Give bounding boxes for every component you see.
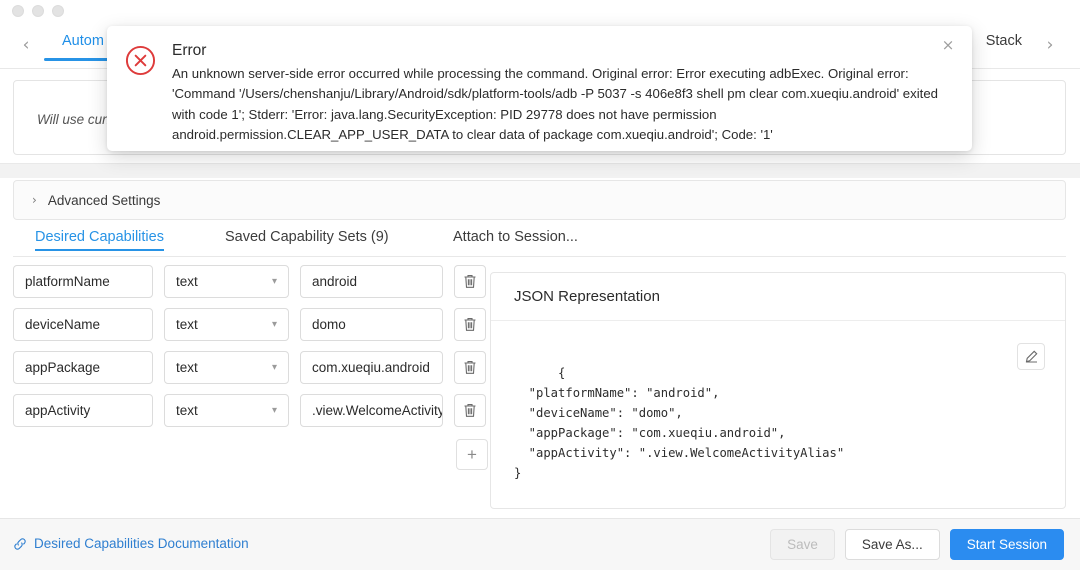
capability-value-input[interactable]: android [300,265,443,298]
section-divider [0,163,1080,178]
trash-icon [463,274,477,289]
minimize-window-button[interactable] [32,5,44,17]
capability-type-select[interactable]: text ▾ [164,308,289,341]
trash-icon [463,360,477,375]
doc-link-label: Desired Capabilities Documentation [34,536,249,551]
json-panel-body: { "platformName": "android", "deviceName… [491,321,1065,509]
tab-desired-capabilities[interactable]: Desired Capabilities [35,229,164,245]
pencil-icon [1025,350,1038,363]
tab-saved-capability-sets[interactable]: Saved Capability Sets (9) [225,229,389,245]
json-panel-title: JSON Representation [491,273,1065,321]
capabilities-editor: platformName text ▾ android deviceName t… [13,265,488,510]
capability-row: platformName text ▾ android [13,265,488,298]
json-representation-panel: JSON Representation { "platformName": "a… [490,272,1066,509]
delete-capability-button[interactable] [454,394,486,427]
tab-attach-to-session[interactable]: Attach to Session... [453,229,578,245]
chevron-right-icon: › [32,193,37,207]
error-dialog: Error An unknown server-side error occur… [107,26,972,151]
link-icon [13,537,27,551]
capability-row: appPackage text ▾ com.xueqiu.android [13,351,488,384]
tabs-scroll-right-icon[interactable]: › [1042,36,1058,54]
delete-capability-button[interactable] [454,265,486,298]
json-content: { "platformName": "android", "deviceName… [514,366,844,480]
zoom-window-button[interactable] [52,5,64,17]
capability-value-input[interactable]: domo [300,308,443,341]
capability-type-value: text [176,317,198,332]
start-session-button[interactable]: Start Session [950,529,1064,560]
capability-type-value: text [176,274,198,289]
chevron-down-icon: ▾ [272,319,277,330]
save-button[interactable]: Save [770,529,835,560]
tab-automatic-server[interactable]: Autom [62,33,104,49]
tab-stack[interactable]: Stack [986,33,1022,49]
capability-name-input[interactable]: appActivity [13,394,153,427]
appium-inspector-window: ‹ Autom Stack › Will use curr › Advanced… [0,0,1080,570]
capability-type-value: text [176,403,198,418]
chevron-down-icon: ▾ [272,276,277,287]
advanced-settings-toggle[interactable]: › Advanced Settings [13,180,1066,220]
edit-json-button[interactable] [1017,343,1045,370]
trash-icon [463,317,477,332]
capability-row: deviceName text ▾ domo [13,308,488,341]
error-dialog-message: An unknown server-side error occurred wh… [172,64,957,145]
capability-type-value: text [176,360,198,375]
footer-buttons: Save Save As... Start Session [770,529,1064,560]
capability-tabs: Desired Capabilities Saved Capability Se… [13,224,1066,257]
traffic-lights [12,5,64,17]
capability-name-input[interactable]: platformName [13,265,153,298]
capability-name-input[interactable]: appPackage [13,351,153,384]
tabs-scroll-left-icon[interactable]: ‹ [18,36,34,54]
delete-capability-button[interactable] [454,351,486,384]
capability-type-select[interactable]: text ▾ [164,394,289,427]
chevron-down-icon: ▾ [272,405,277,416]
error-dialog-title: Error [172,42,206,60]
capability-row: appActivity text ▾ .view.WelcomeActivity [13,394,488,427]
server-note-text: Will use curr [37,112,111,127]
delete-capability-button[interactable] [454,308,486,341]
capability-name-input[interactable]: deviceName [13,308,153,341]
capability-type-select[interactable]: text ▾ [164,265,289,298]
desired-capabilities-documentation-link[interactable]: Desired Capabilities Documentation [13,536,249,551]
footer-bar: Desired Capabilities Documentation Save … [0,518,1080,570]
capability-value-input[interactable]: com.xueqiu.android [300,351,443,384]
chevron-down-icon: ▾ [272,362,277,373]
add-capability-button[interactable]: + [456,439,488,470]
add-capability-row: + [13,439,488,470]
save-as-button[interactable]: Save As... [845,529,940,560]
trash-icon [463,403,477,418]
error-circle-icon [125,45,156,76]
close-icon[interactable]: × [938,35,958,55]
capability-type-select[interactable]: text ▾ [164,351,289,384]
window-titlebar [0,0,1080,22]
capability-value-input[interactable]: .view.WelcomeActivity [300,394,443,427]
advanced-settings-label: Advanced Settings [48,193,161,208]
close-window-button[interactable] [12,5,24,17]
